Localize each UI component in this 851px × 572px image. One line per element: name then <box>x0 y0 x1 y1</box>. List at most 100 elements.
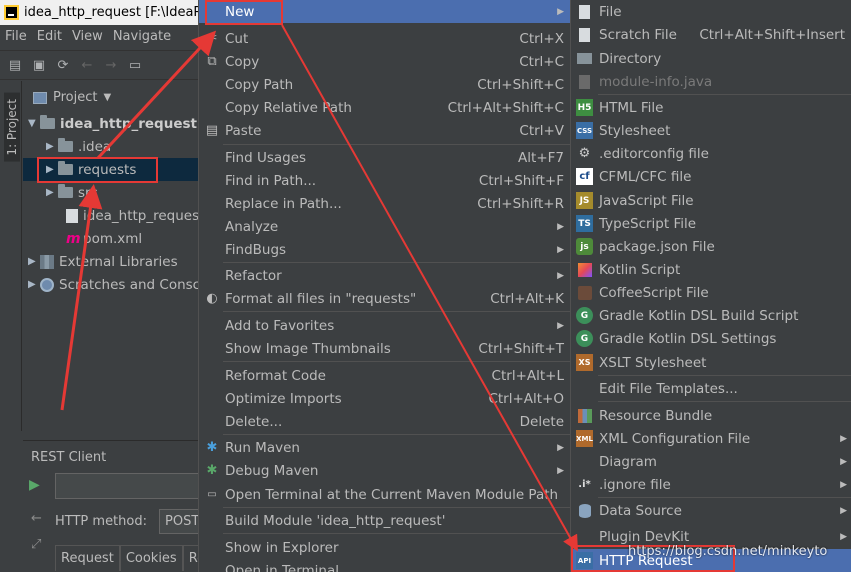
submenu-item-coffeescript[interactable]: CoffeeScript File <box>572 281 851 304</box>
project-tool-tab[interactable]: 1: Project <box>4 93 20 162</box>
submenu-arrow-icon: ▶ <box>840 433 847 444</box>
submenu-item-html[interactable]: H5 HTML File <box>572 96 851 119</box>
tree-node-label: External Libraries <box>59 253 178 270</box>
submenu-item-xml-config[interactable]: XML XML Configuration File ▶ <box>572 427 851 450</box>
menu-item-find-usages[interactable]: Find Usages Alt+F7 <box>199 146 570 169</box>
menu-separator <box>223 144 570 145</box>
menu-item-paste[interactable]: ▤ Paste Ctrl+V <box>199 119 570 142</box>
run-icon[interactable]: ▶ <box>29 477 43 493</box>
menu-item-findbugs[interactable]: FindBugs ▶ <box>199 238 570 261</box>
submenu-item-gradle-settings[interactable]: G Gradle Kotlin DSL Settings <box>572 327 851 350</box>
menu-navigate[interactable]: Navigate <box>108 29 176 44</box>
menu-item-format-files[interactable]: ◐ Format all files in "requests" Ctrl+Al… <box>199 287 570 310</box>
menu-item-build-module[interactable]: Build Module 'idea_http_request' <box>199 509 570 532</box>
ignore-icon: .i* <box>578 479 591 490</box>
menu-item-copy[interactable]: ⧉ Copy Ctrl+C <box>199 50 570 73</box>
submenu-arrow-icon: ▶ <box>557 465 564 476</box>
submenu-arrow-icon: ▶ <box>840 505 847 516</box>
back-arrow-icon[interactable]: ← <box>31 511 42 526</box>
menu-separator <box>223 434 570 435</box>
cfml-icon: cf <box>576 168 593 185</box>
tree-node-iml[interactable]: idea_http_reques <box>66 204 199 227</box>
tree-node-external-libraries[interactable]: ▶ External Libraries <box>28 250 178 273</box>
submenu-item-typescript[interactable]: TS TypeScript File <box>572 212 851 235</box>
submenu-item-diagram[interactable]: Diagram ▶ <box>572 450 851 473</box>
submenu-item-data-source[interactable]: Data Source ▶ <box>572 499 851 522</box>
menu-item-open-terminal-maven[interactable]: ▭ Open Terminal at the Current Maven Mod… <box>199 483 570 506</box>
tree-node-label: Scratches and Consc <box>59 276 201 293</box>
tab-cookies[interactable]: Cookies <box>119 545 183 571</box>
kotlin-icon <box>576 261 593 278</box>
submenu-item-xslt[interactable]: XS XSLT Stylesheet <box>572 351 851 374</box>
submenu-item-edit-templates[interactable]: Edit File Templates... <box>572 377 851 400</box>
menu-item-copy-relative-path[interactable]: Copy Relative Path Ctrl+Alt+Shift+C <box>199 96 570 119</box>
tree-node-idea[interactable]: ▶ .idea <box>46 135 111 158</box>
collapsed-arrow-icon[interactable]: ▶ <box>28 279 40 290</box>
submenu-item-javascript[interactable]: JS JavaScript File <box>572 189 851 212</box>
menu-item-optimize-imports[interactable]: Optimize Imports Ctrl+Alt+O <box>199 387 570 410</box>
submenu-item-gradle-build[interactable]: G Gradle Kotlin DSL Build Script <box>572 304 851 327</box>
menu-edit[interactable]: Edit <box>32 29 67 44</box>
nodejs-icon: js <box>576 238 593 255</box>
open-folder-icon[interactable]: ▤ <box>7 57 23 73</box>
tab-request[interactable]: Request <box>55 545 120 571</box>
tree-node-root[interactable]: ▼ idea_http_request F <box>28 112 211 135</box>
forward-icon[interactable]: → <box>103 57 119 73</box>
run-config-icon[interactable]: ▭ <box>127 57 143 73</box>
typescript-icon: TS <box>576 215 593 232</box>
menu-separator <box>223 507 570 508</box>
menu-item-analyze[interactable]: Analyze ▶ <box>199 215 570 238</box>
menu-item-show-thumbnails[interactable]: Show Image Thumbnails Ctrl+Shift+T <box>199 337 570 360</box>
menu-item-add-to-favorites[interactable]: Add to Favorites ▶ <box>199 314 570 337</box>
menu-item-show-in-explorer[interactable]: Show in Explorer <box>199 536 570 559</box>
submenu-item-file[interactable]: File <box>572 0 851 23</box>
submenu-item-resource-bundle[interactable]: Resource Bundle <box>572 404 851 427</box>
annotation-box-requests <box>37 157 158 183</box>
submenu-item-package-json[interactable]: js package.json File <box>572 235 851 258</box>
submenu-item-scratch-file[interactable]: Scratch File Ctrl+Alt+Shift+Insert <box>572 23 851 46</box>
submenu-arrow-icon: ▶ <box>557 6 564 17</box>
expand-icon[interactable]: ⤢ <box>31 537 41 552</box>
menu-item-delete[interactable]: Delete... Delete <box>199 410 570 433</box>
main-toolbar: ▤ ▣ ⟳ ← → ▭ <box>0 50 205 80</box>
xml-icon: XML <box>576 430 593 447</box>
submenu-item-cfml[interactable]: cf CFML/CFC file <box>572 165 851 188</box>
submenu-item-directory[interactable]: Directory <box>572 47 851 70</box>
submenu-item-module-info[interactable]: module-info.java <box>572 70 851 93</box>
menu-item-cut[interactable]: ✂ Cut Ctrl+X <box>199 27 570 50</box>
tree-node-scratches[interactable]: ▶ Scratches and Consc <box>28 273 200 296</box>
window-titlebar: idea_http_request [F:\IdeaP <box>0 0 205 25</box>
menu-item-find-in-path[interactable]: Find in Path... Ctrl+Shift+F <box>199 169 570 192</box>
menu-item-refactor[interactable]: Refactor ▶ <box>199 264 570 287</box>
menu-file[interactable]: File <box>0 29 32 44</box>
url-input[interactable] <box>55 473 205 499</box>
chevron-down-icon[interactable]: ▼ <box>103 92 111 103</box>
menu-item-run-maven[interactable]: ✱ Run Maven ▶ <box>199 436 570 459</box>
expanded-arrow-icon[interactable]: ▼ <box>28 118 40 129</box>
collapsed-arrow-icon[interactable]: ▶ <box>46 141 58 152</box>
submenu-item-editorconfig[interactable]: ⚙ .editorconfig file <box>572 142 851 165</box>
menu-view[interactable]: View <box>67 29 108 44</box>
menu-item-reformat-code[interactable]: Reformat Code Ctrl+Alt+L <box>199 364 570 387</box>
file-icon <box>66 208 78 223</box>
submenu-arrow-icon: ▶ <box>840 479 847 490</box>
menu-item-copy-path[interactable]: Copy Path Ctrl+Shift+C <box>199 73 570 96</box>
gradle-icon: G <box>576 330 593 347</box>
submenu-item-kotlin-script[interactable]: Kotlin Script <box>572 258 851 281</box>
back-icon[interactable]: ← <box>79 57 95 73</box>
submenu-item-ignore[interactable]: .i* .ignore file ▶ <box>572 473 851 496</box>
collapsed-arrow-icon[interactable]: ▶ <box>46 187 58 198</box>
submenu-item-stylesheet[interactable]: CSS Stylesheet <box>572 119 851 142</box>
scissors-icon: ✂ <box>206 31 218 46</box>
http-method-label: HTTP method: <box>55 514 147 529</box>
menu-item-open-in-terminal[interactable]: Open in Terminal <box>199 559 570 572</box>
menu-item-debug-maven[interactable]: ✱ Debug Maven ▶ <box>199 459 570 482</box>
scratch-file-icon <box>576 26 593 43</box>
save-icon[interactable]: ▣ <box>31 57 47 73</box>
sync-icon[interactable]: ⟳ <box>55 57 71 73</box>
menu-item-replace-in-path[interactable]: Replace in Path... Ctrl+Shift+R <box>199 192 570 215</box>
tree-node-src[interactable]: ▶ src <box>46 181 98 204</box>
project-panel-title[interactable]: Project <box>53 90 97 105</box>
collapsed-arrow-icon[interactable]: ▶ <box>28 256 40 267</box>
tree-node-pom[interactable]: m pom.xml <box>66 227 142 250</box>
